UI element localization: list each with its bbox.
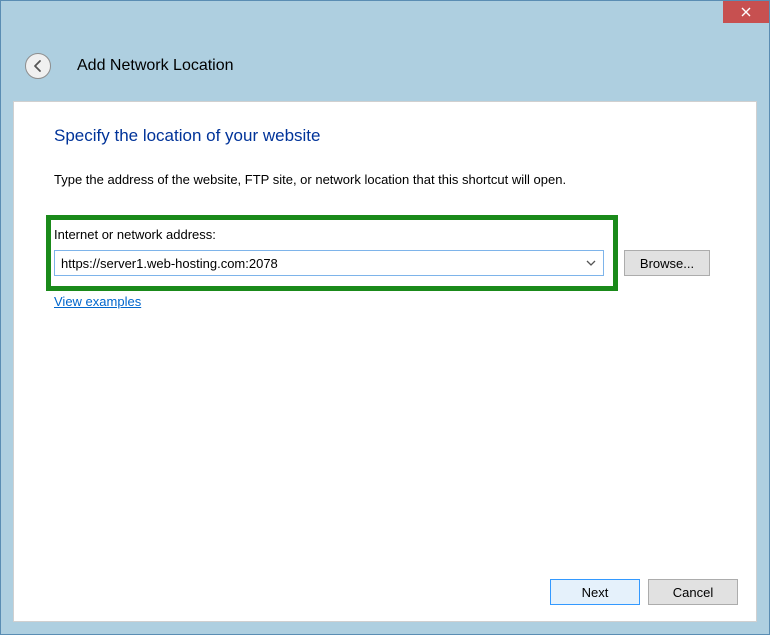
cancel-button[interactable]: Cancel [648,579,738,605]
back-button[interactable] [25,53,51,79]
next-button[interactable]: Next [550,579,640,605]
address-combobox[interactable]: https://server1.web-hosting.com:2078 [54,250,604,276]
browse-button[interactable]: Browse... [624,250,710,276]
chevron-down-icon [586,260,596,266]
address-section: Internet or network address: https://ser… [54,227,716,309]
content-inner: Specify the location of your website Typ… [14,102,756,329]
view-examples-link[interactable]: View examples [54,294,141,309]
wizard-window: Add Network Location Specify the locatio… [0,0,770,635]
footer-buttons: Next Cancel [550,579,738,605]
close-button[interactable] [723,1,769,23]
wizard-title: Add Network Location [77,57,234,75]
address-value: https://server1.web-hosting.com:2078 [61,256,583,271]
title-bar [1,1,769,33]
content-panel: Specify the location of your website Typ… [13,101,757,622]
address-input-column: Internet or network address: https://ser… [54,227,604,276]
address-label: Internet or network address: [54,227,604,242]
address-input-row: Internet or network address: https://ser… [54,227,716,276]
instruction-text: Type the address of the website, FTP sit… [54,172,716,187]
dropdown-toggle[interactable] [583,260,599,266]
wizard-header: Add Network Location [1,33,769,97]
arrow-left-icon [31,59,45,73]
page-heading: Specify the location of your website [54,126,716,146]
close-icon [741,7,751,17]
